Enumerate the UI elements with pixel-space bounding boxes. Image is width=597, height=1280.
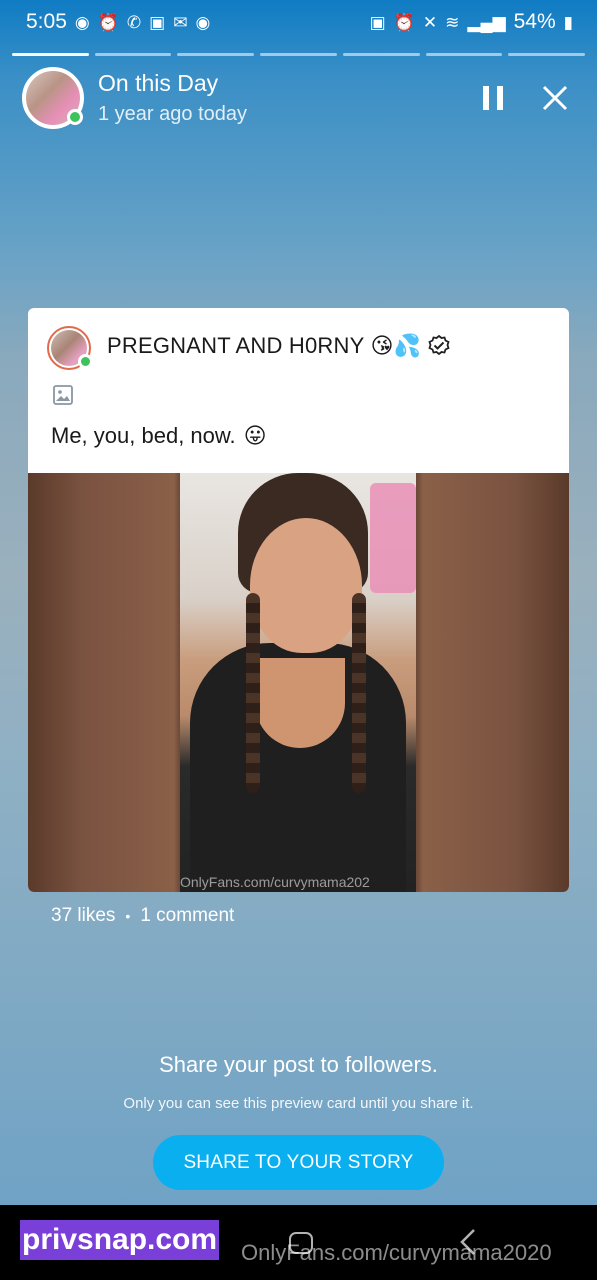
photo-braid-left [246,593,260,793]
brand-watermark: privsnap.com [20,1220,220,1260]
story-title: On this Day [98,70,219,96]
share-subtitle: Only you can see this preview card until… [123,1095,474,1112]
avatar[interactable] [22,67,84,129]
alarm-icon: ⏰ [393,12,415,32]
close-button[interactable] [535,78,575,118]
post-photo[interactable]: OnlyFans.com/curvymama202 [28,473,569,892]
navigation-bar: privsnap.com OnlyFans.com/curvymama2020 [0,1205,597,1280]
photo-face [250,518,362,653]
post-preview-card[interactable]: PREGNANT AND H0RNY 😘💦 Me, you, bed, now.… [28,308,569,892]
photo-watermark: OnlyFans.com/curvymama202 [180,874,370,890]
status-time: 5:05 [26,10,67,33]
battery-icon: ▮ [563,12,573,32]
pause-icon [483,86,503,110]
online-indicator [67,109,83,125]
author-emojis: 😘💦 [370,333,422,359]
story-header: On this Day 1 year ago today [22,66,575,130]
online-indicator [78,354,93,369]
story-progress [12,53,586,56]
comments-count[interactable]: 1 comment [140,905,234,927]
image-icon [53,385,73,405]
battery-level: 54% [513,10,556,33]
photo-background-object [370,483,416,593]
likes-count[interactable]: 37 likes [51,905,115,927]
wifi-call-icon: ✆ [126,12,142,32]
separator-dot: • [125,908,131,924]
pause-button[interactable] [473,78,513,118]
progress-segment [94,53,172,56]
post-stats: 37 likes • 1 comment [51,905,234,927]
record-icon: ◉ [195,12,211,32]
record-icon: ◉ [74,12,90,32]
progress-segment [177,53,255,56]
post-author-label: PREGNANT AND H0RNY [107,333,365,358]
verified-icon [428,334,450,356]
signal-icon: ▂▄▆ [467,12,506,32]
progress-segment [260,53,337,56]
mute-icon: ✕ [422,12,438,32]
home-button[interactable] [289,1232,313,1254]
post-author-name[interactable]: PREGNANT AND H0RNY 😘💦 [107,333,451,359]
status-bar: 5:05 ◉ ⏰ ✆ ▣ ✉ ◉ ▣ ⏰ ✕ ≋ ▂▄▆ 54% ▮ [0,0,597,44]
progress-segment [425,53,503,56]
story-subtitle: 1 year ago today [98,103,247,125]
wifi-icon: ≋ [445,12,460,32]
close-icon [542,85,568,111]
gallery-icon: ▣ [149,12,166,32]
photo-chest [255,658,345,748]
mail-icon: ✉ [173,12,188,32]
photo-braid-right [352,593,366,793]
progress-segment [508,53,586,56]
post-header: PREGNANT AND H0RNY 😘💦 Me, you, bed, now.… [28,308,569,473]
lock-icon: ▣ [369,12,386,32]
back-icon[interactable] [458,1227,478,1257]
progress-segment [342,53,420,56]
post-caption: Me, you, bed, now. 😛 [51,423,267,449]
progress-segment [12,53,89,56]
caption-emoji: 😛 [243,423,267,449]
share-to-story-button[interactable]: SHARE TO YOUR STORY [153,1135,444,1190]
post-photo-center [180,473,416,892]
post-caption-text: Me, you, bed, now. [51,423,236,448]
post-author-avatar[interactable] [47,326,93,370]
alarm-icon: ⏰ [97,12,119,32]
footer-watermark: OnlyFans.com/curvymama2020 [241,1240,552,1265]
share-title: Share your post to followers. [159,1052,438,1077]
